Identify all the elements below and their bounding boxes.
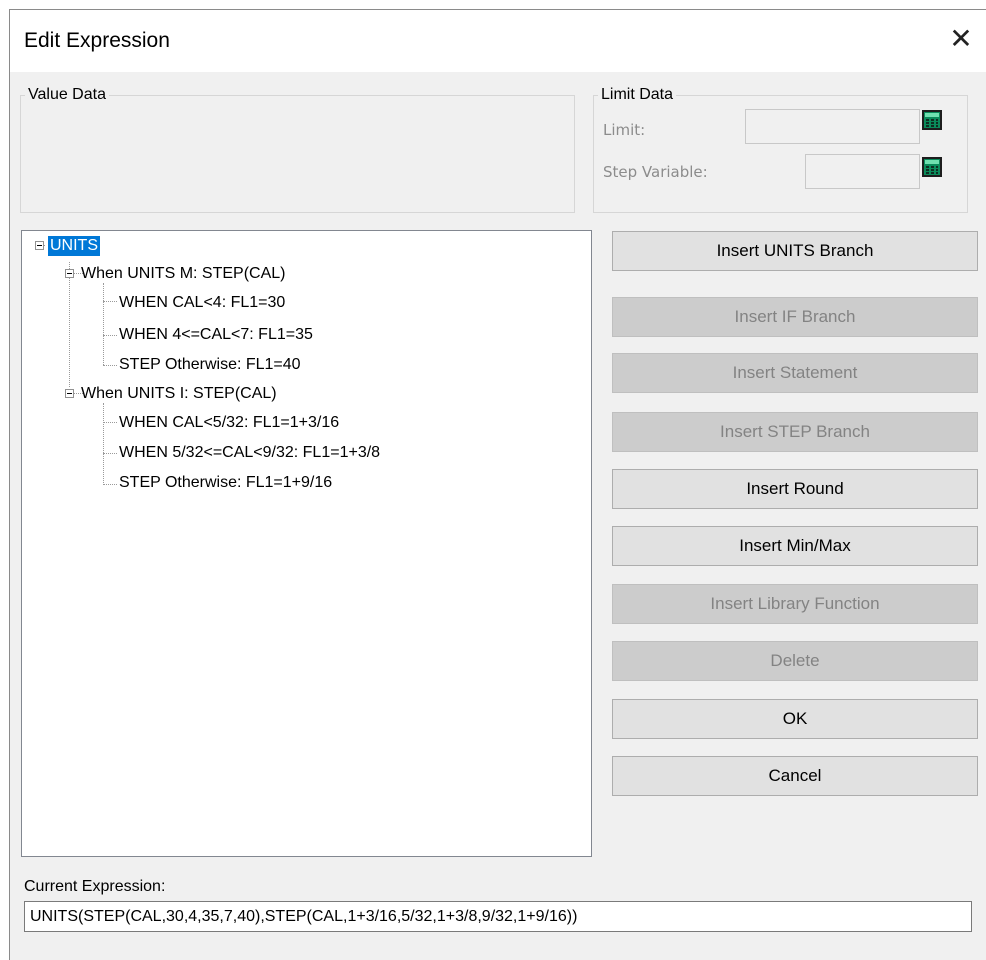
tree-node[interactable]: When UNITS I: STEP(CAL) xyxy=(81,384,277,404)
current-expression-field[interactable]: UNITS(STEP(CAL,30,4,35,7,40),STEP(CAL,1+… xyxy=(24,901,972,932)
ok-button[interactable]: OK xyxy=(612,699,978,739)
step-variable-label: Step Variable: xyxy=(603,163,708,181)
current-expression-label: Current Expression: xyxy=(24,878,166,895)
limit-label: Limit: xyxy=(603,121,646,139)
insert-if-branch-button[interactable]: Insert IF Branch xyxy=(612,297,978,337)
insert-statement-button[interactable]: Insert Statement xyxy=(612,353,978,393)
collapse-icon[interactable] xyxy=(35,241,44,250)
tree-connector xyxy=(103,283,104,365)
collapse-icon[interactable] xyxy=(65,269,74,278)
insert-min-max-button[interactable]: Insert Min/Max xyxy=(612,526,978,566)
tree-connector xyxy=(103,403,104,485)
step-variable-field[interactable] xyxy=(805,154,920,189)
calculator-icon[interactable] xyxy=(921,109,943,131)
insert-library-function-button[interactable]: Insert Library Function xyxy=(612,584,978,624)
tree-connector xyxy=(103,484,117,485)
limit-data-group: Limit Data xyxy=(593,86,968,213)
tree-node[interactable]: WHEN CAL<5/32: FL1=1+3/16 xyxy=(119,413,339,433)
tree-node[interactable]: WHEN 5/32<=CAL<9/32: FL1=1+3/8 xyxy=(119,443,380,463)
value-data-legend: Value Data xyxy=(28,86,106,103)
limit-field[interactable] xyxy=(745,109,920,144)
tree-connector xyxy=(103,453,117,454)
tree-node[interactable]: STEP Otherwise: FL1=40 xyxy=(119,355,301,375)
expression-tree[interactable]: UNITS When UNITS M: STEP(CAL) WHEN CAL<4… xyxy=(21,230,592,857)
delete-button[interactable]: Delete xyxy=(612,641,978,681)
insert-step-branch-button[interactable]: Insert STEP Branch xyxy=(612,412,978,452)
tree-node[interactable]: WHEN CAL<4: FL1=30 xyxy=(119,293,285,313)
tree-node[interactable]: STEP Otherwise: FL1=1+9/16 xyxy=(119,473,332,493)
tree-connector xyxy=(103,301,117,302)
tree-node[interactable]: WHEN 4<=CAL<7: FL1=35 xyxy=(119,325,313,345)
close-icon[interactable]: ✕ xyxy=(946,24,976,54)
insert-round-button[interactable]: Insert Round xyxy=(612,469,978,509)
title-bar: Edit Expression ✕ xyxy=(10,10,986,72)
tree-connector xyxy=(103,335,117,336)
dialog-title: Edit Expression xyxy=(24,29,170,52)
edit-expression-dialog: Edit Expression ✕ Value Data Limit Data … xyxy=(9,9,986,960)
tree-connector xyxy=(69,262,70,387)
value-data-group: Value Data xyxy=(20,86,575,213)
collapse-icon[interactable] xyxy=(65,389,74,398)
calculator-icon[interactable] xyxy=(921,156,943,178)
insert-units-branch-button[interactable]: Insert UNITS Branch xyxy=(612,231,978,271)
tree-connector xyxy=(103,422,117,423)
limit-data-legend: Limit Data xyxy=(601,86,674,103)
tree-connector xyxy=(103,365,117,366)
cancel-button[interactable]: Cancel xyxy=(612,756,978,796)
tree-node-root[interactable]: UNITS xyxy=(48,236,100,256)
tree-node[interactable]: When UNITS M: STEP(CAL) xyxy=(81,264,285,284)
